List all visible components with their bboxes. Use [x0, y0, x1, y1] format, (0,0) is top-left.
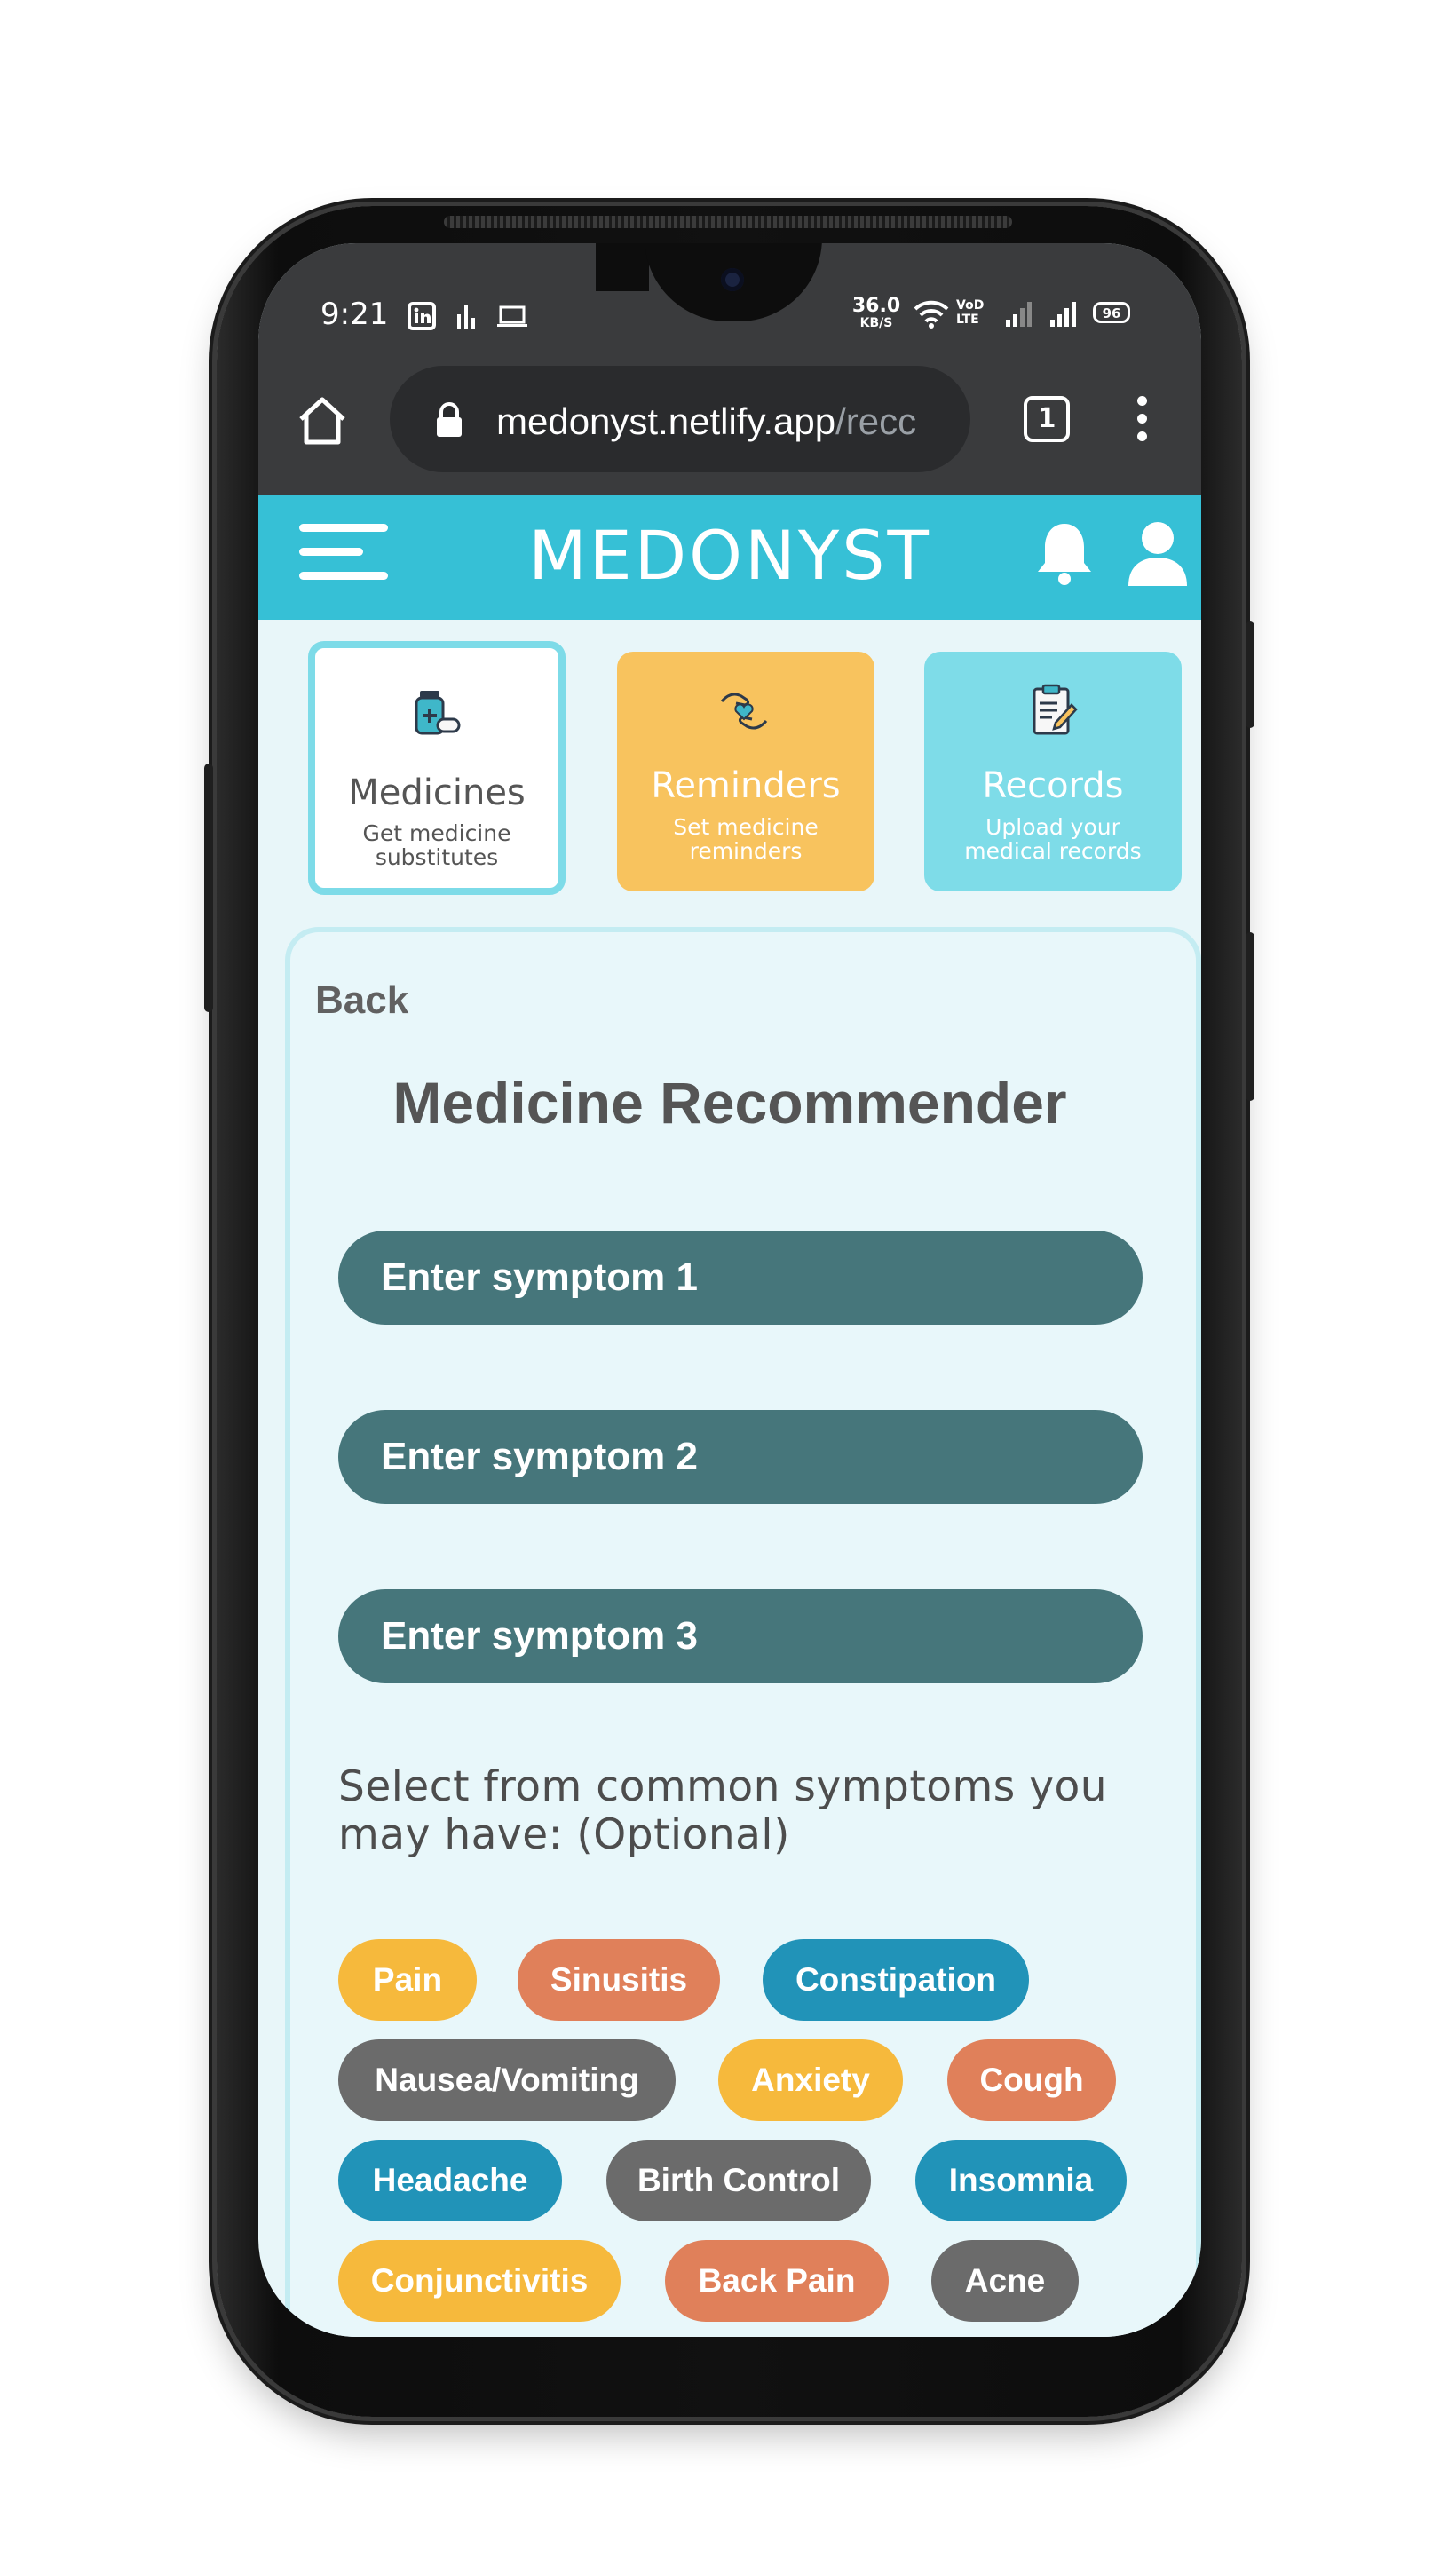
card-medicines[interactable]: Medicines Get medicine substitutes	[308, 641, 566, 895]
symptom-input-1[interactable]	[338, 1231, 1143, 1325]
symptom-chip[interactable]: Conjunctivitis	[338, 2240, 621, 2322]
symptom-input-3[interactable]	[338, 1589, 1143, 1683]
bell-icon[interactable]	[1036, 520, 1093, 591]
home-icon[interactable]	[296, 394, 349, 451]
url-text[interactable]: medonyst.netlify.app/recc	[496, 400, 916, 443]
network-speed: 36.0 KB/S	[850, 295, 903, 331]
power-button	[1246, 621, 1254, 728]
symptom-chip[interactable]: Acne	[931, 2240, 1079, 2322]
network-speed-value: 36.0	[851, 295, 901, 317]
symptom-chip[interactable]: Cough	[947, 2039, 1116, 2121]
front-camera	[721, 268, 744, 291]
volte-label: VoD LTE	[956, 298, 985, 327]
medicine-bottle-icon	[415, 691, 461, 735]
side-button	[1246, 932, 1254, 1101]
bar-chart-icon	[455, 302, 479, 334]
card-sub-records: Upload your medical records	[924, 815, 1182, 863]
wifi-icon	[914, 298, 949, 332]
symptom-input-2[interactable]	[338, 1410, 1143, 1504]
volume-button	[204, 764, 213, 1012]
signal-icon-1	[1004, 300, 1034, 330]
user-icon[interactable]	[1127, 520, 1189, 591]
signal-icon-2	[1048, 300, 1079, 330]
symptom-chip[interactable]: Anxiety	[718, 2039, 903, 2121]
hint-line: Select from common symptoms you	[338, 1762, 1108, 1811]
battery-level: 96	[1102, 305, 1121, 321]
card-sub-line: substitutes	[375, 844, 499, 870]
phone-screen: 9:21 36.0 KB/S VoD LTE 96 medonyst.netli…	[258, 243, 1201, 2337]
battery-icon: 96	[1093, 302, 1130, 323]
earpiece-speaker	[444, 216, 1012, 228]
card-sub-reminders: Set medicine reminders	[617, 815, 874, 863]
tab-count-button[interactable]: 1	[1024, 396, 1070, 442]
more-options-icon[interactable]	[1137, 396, 1150, 441]
card-title-medicines: Medicines	[348, 772, 526, 813]
card-sub-line: reminders	[689, 838, 803, 864]
url-path: /recc	[835, 400, 917, 442]
card-records[interactable]: Records Upload your medical records	[924, 652, 1182, 891]
network-speed-unit: KB/S	[859, 316, 893, 330]
lock-icon	[434, 401, 464, 442]
card-sub-line: Set medicine	[673, 814, 819, 840]
symptom-chip[interactable]: Birth Control	[606, 2140, 871, 2221]
card-title-reminders: Reminders	[651, 765, 841, 806]
back-link[interactable]: Back	[315, 978, 408, 1023]
symptom-chip[interactable]: Sinusitis	[518, 1939, 720, 2021]
hands-heart-icon	[720, 693, 768, 730]
status-time: 9:21	[320, 297, 389, 332]
symptom-chip[interactable]: Insomnia	[915, 2140, 1127, 2221]
card-sub-line: medical records	[964, 838, 1142, 864]
linkedin-icon	[408, 302, 436, 330]
notch-shoulder	[596, 243, 649, 291]
symptom-chip[interactable]: Headache	[338, 2140, 562, 2221]
symptom-hint: Select from common symptoms you may have…	[338, 1763, 1137, 1859]
hint-line: may have: (Optional)	[338, 1810, 790, 1859]
symptom-chip[interactable]: Nausea/Vomiting	[338, 2039, 676, 2121]
page-title: Medicine Recommender	[392, 1070, 1067, 1136]
symptom-chip[interactable]: Constipation	[763, 1939, 1029, 2021]
card-sub-line: Get medicine	[362, 820, 511, 846]
url-domain: medonyst.netlify.app	[496, 400, 836, 442]
card-reminders[interactable]: Reminders Set medicine reminders	[617, 652, 874, 891]
card-sub-line: Upload your	[985, 814, 1120, 840]
symptom-chip[interactable]: Pain	[338, 1939, 477, 2021]
clipboard-icon	[1033, 684, 1078, 735]
card-title-records: Records	[982, 765, 1124, 806]
card-sub-medicines: Get medicine substitutes	[315, 821, 558, 869]
laptop-icon	[496, 305, 528, 332]
symptom-chip[interactable]: Back Pain	[665, 2240, 889, 2322]
